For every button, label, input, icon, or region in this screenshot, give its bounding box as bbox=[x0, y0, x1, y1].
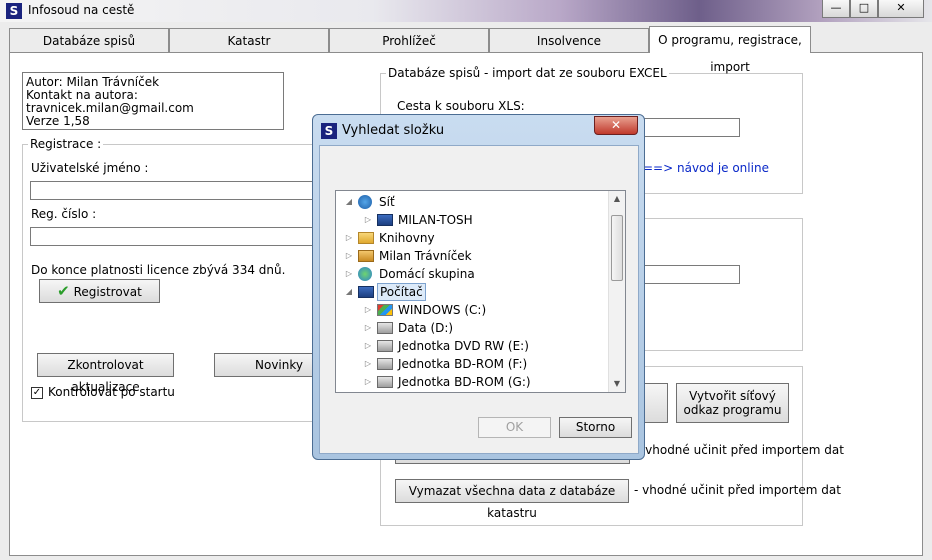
tree-item[interactable]: ▷ Knihovny bbox=[336, 229, 609, 247]
regnum-input[interactable] bbox=[30, 227, 322, 246]
license-remaining-text: Do konce platnosti licence zbývá 334 dnů… bbox=[31, 263, 286, 277]
maximize-button[interactable]: □ bbox=[850, 0, 878, 18]
tree-item-label: Milan Trávníček bbox=[379, 249, 472, 263]
tree-item-label: Jednotka BD-ROM (G:) bbox=[398, 375, 531, 389]
dialog-body: ◢ Síť ▷ MILAN-TOSH ▷ Knihovny ▷ Milan Trávníček… bbox=[319, 145, 639, 454]
tab-insolvence[interactable]: Insolvence bbox=[489, 28, 649, 52]
tab-databaze-spisu[interactable]: Databáze spisů bbox=[9, 28, 169, 52]
tree-item[interactable]: ▷ Data (D:) bbox=[336, 319, 609, 337]
computer-icon bbox=[358, 286, 374, 298]
window-title: Infosoud na cestě bbox=[28, 3, 135, 17]
tree-item-label: Jednotka DVD RW (E:) bbox=[398, 339, 529, 353]
help-online-link[interactable]: ==> návod je online bbox=[643, 161, 769, 175]
tree-item-label: Počítač bbox=[377, 283, 426, 301]
create-network-link-button[interactable]: Vytvořit síťový odkaz programu bbox=[676, 383, 789, 423]
network-icon bbox=[358, 195, 372, 209]
computer-icon bbox=[377, 214, 393, 226]
close-button[interactable]: ✕ bbox=[878, 0, 924, 18]
expand-arrow-icon[interactable]: ▷ bbox=[363, 373, 373, 391]
ok-button[interactable]: OK bbox=[478, 417, 551, 438]
import-group-label: Databáze spisů - import dat ze souboru E… bbox=[386, 66, 669, 80]
optical-drive-icon bbox=[377, 340, 393, 352]
tree-item[interactable]: ▷ Domácí skupina bbox=[336, 265, 609, 283]
folder-tree[interactable]: ◢ Síť ▷ MILAN-TOSH ▷ Knihovny ▷ Milan Trávníček… bbox=[335, 190, 626, 393]
scroll-down-icon[interactable]: ▼ bbox=[609, 376, 625, 392]
tab-prohlizec[interactable]: Prohlížeč bbox=[329, 28, 489, 52]
tree-item[interactable]: ▷ Jednotka BD-ROM (G:) bbox=[336, 373, 609, 391]
homegroup-icon bbox=[358, 267, 372, 281]
tree-item-label: Síť bbox=[379, 195, 395, 209]
optical-drive-icon bbox=[377, 358, 393, 370]
tree-item[interactable]: ▷ Milan Trávníček bbox=[336, 247, 609, 265]
cancel-button[interactable]: Storno bbox=[559, 417, 632, 438]
expand-arrow-icon[interactable]: ▷ bbox=[363, 355, 373, 373]
tree-item[interactable]: ◢ Síť bbox=[336, 193, 609, 211]
tree-item-label: Data (D:) bbox=[398, 321, 454, 335]
clear-cadastre-button[interactable]: Vymazat všechna data z databáze katastru bbox=[395, 479, 629, 520]
expand-arrow-icon[interactable]: ▷ bbox=[363, 211, 373, 229]
dialog-description bbox=[327, 149, 631, 177]
optical-drive-icon bbox=[377, 376, 393, 388]
registration-group-label: Registrace : bbox=[28, 137, 104, 151]
check-on-start-checkbox[interactable]: ✓ bbox=[31, 387, 43, 399]
title-bar: S Infosoud na cestě — □ ✕ bbox=[0, 0, 932, 22]
tree-item[interactable]: ▷ Jednotka DVD RW (E:) bbox=[336, 337, 609, 355]
tree-item[interactable]: ▷ MILAN-TOSH bbox=[336, 211, 609, 229]
expand-arrow-icon[interactable]: ▷ bbox=[363, 301, 373, 319]
browse-folder-dialog: S Vyhledat složku ✕ ◢ Síť ▷ MILAN-TOSH ▷ Knih… bbox=[312, 114, 645, 460]
user-folder-icon bbox=[358, 250, 374, 262]
tree-item[interactable]: ▷ Jednotka BD-ROM (F:) bbox=[336, 355, 609, 373]
tree-item[interactable]: ◢ Počítač bbox=[336, 283, 609, 301]
tree-item-label: Knihovny bbox=[379, 231, 435, 245]
tree-item[interactable]: ▷ WINDOWS (C:) bbox=[336, 301, 609, 319]
drive-icon bbox=[377, 322, 393, 334]
username-label: Uživatelské jméno : bbox=[31, 161, 149, 175]
expand-arrow-icon[interactable]: ▷ bbox=[363, 319, 373, 337]
contact-text: Kontakt na autora: travnicek.milan@gmail… bbox=[26, 88, 194, 115]
version-text: Verze 1,58 bbox=[26, 114, 90, 128]
hint-text: - vhodné učinit před importem dat bbox=[637, 443, 844, 457]
username-input[interactable] bbox=[30, 181, 322, 200]
about-info: Autor: Milan Trávníček Kontakt na autora… bbox=[22, 72, 284, 130]
dialog-app-icon: S bbox=[321, 123, 337, 139]
checkmark-icon: ✔ bbox=[57, 282, 70, 300]
tree-scrollbar[interactable]: ▲ ▼ bbox=[608, 191, 625, 392]
clear-cadastre-hint: - vhodné učinit před importem dat bbox=[634, 483, 841, 497]
tab-katastr[interactable]: Katastr bbox=[169, 28, 329, 52]
scroll-thumb[interactable] bbox=[611, 215, 623, 281]
check-updates-button[interactable]: Zkontrolovat aktualizace bbox=[37, 353, 174, 394]
register-button-label: Registrovat bbox=[73, 285, 142, 299]
expand-arrow-icon[interactable]: ▷ bbox=[363, 337, 373, 355]
scroll-up-icon[interactable]: ▲ bbox=[609, 191, 625, 207]
windows-drive-icon bbox=[377, 304, 393, 316]
regnum-label: Reg. číslo : bbox=[31, 207, 97, 221]
folder-icon bbox=[358, 232, 374, 244]
dialog-close-button[interactable]: ✕ bbox=[594, 116, 638, 135]
tab-o-programu[interactable]: O programu, registrace, import bbox=[649, 26, 811, 74]
collapse-arrow-icon[interactable]: ◢ bbox=[344, 193, 354, 211]
xls-path-label: Cesta k souboru XLS: bbox=[397, 99, 525, 113]
tree-item-label: MILAN-TOSH bbox=[398, 213, 473, 227]
expand-arrow-icon[interactable]: ▷ bbox=[344, 229, 354, 247]
minimize-button[interactable]: — bbox=[822, 0, 850, 18]
tree-item-label: Jednotka BD-ROM (F:) bbox=[398, 357, 528, 371]
check-on-start-label: Kontrolovat po startu bbox=[48, 385, 175, 399]
collapse-arrow-icon[interactable]: ◢ bbox=[344, 283, 354, 301]
dialog-title: Vyhledat složku bbox=[342, 123, 445, 138]
expand-arrow-icon[interactable]: ▷ bbox=[344, 265, 354, 283]
expand-arrow-icon[interactable]: ▷ bbox=[344, 247, 354, 265]
tree-item-label: WINDOWS (C:) bbox=[398, 303, 487, 317]
tree-item-label: Domácí skupina bbox=[379, 267, 475, 281]
app-icon: S bbox=[6, 3, 22, 19]
register-button[interactable]: ✔ Registrovat bbox=[39, 279, 160, 303]
